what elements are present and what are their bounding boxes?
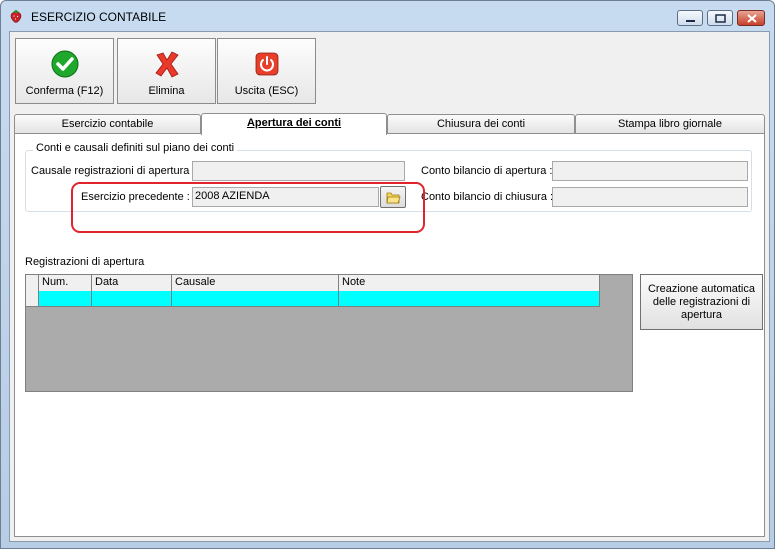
- auto-create-label-1: Creazione automatica: [647, 283, 755, 295]
- table-cell[interactable]: [39, 291, 92, 306]
- conto-apertura-label: Conto bilancio di apertura :: [421, 165, 553, 177]
- row-indicator[interactable]: [26, 291, 39, 306]
- conto-chiusura-field[interactable]: [552, 187, 748, 207]
- conto-apertura-field[interactable]: [552, 161, 748, 181]
- client-area: Conferma (F12) Elimina Uscita (ESC) Eser…: [9, 31, 770, 542]
- highlight-annotation: [71, 182, 425, 233]
- row-indicator-header: [26, 275, 39, 291]
- confirm-label: Conferma (F12): [25, 85, 104, 97]
- check-icon: [51, 50, 79, 78]
- tab-panel: Conti e causali definiti sul piano dei c…: [14, 133, 765, 537]
- tab-chiusura-conti[interactable]: Chiusura dei conti: [387, 114, 575, 133]
- minimize-button[interactable]: [677, 10, 703, 26]
- close-icon: [747, 14, 757, 23]
- maximize-icon: [715, 14, 726, 23]
- exit-label: Uscita (ESC): [234, 85, 299, 97]
- power-icon: [255, 52, 279, 76]
- close-button[interactable]: [737, 10, 765, 26]
- table-cell[interactable]: [172, 291, 339, 306]
- column-header-num[interactable]: Num.: [39, 275, 92, 291]
- tab-esercizio-contabile[interactable]: Esercizio contabile: [14, 114, 201, 133]
- minimize-icon: [686, 20, 695, 22]
- red-x-icon: [155, 51, 179, 78]
- tab-stampa-libro-giornale[interactable]: Stampa libro giornale: [575, 114, 765, 133]
- title-bar[interactable]: ESERCIZIO CONTABILE: [1, 1, 774, 31]
- delete-label: Elimina: [148, 85, 185, 97]
- column-header-note[interactable]: Note: [339, 275, 600, 291]
- registrations-title: Registrazioni di apertura: [25, 256, 145, 268]
- app-window: ESERCIZIO CONTABILE Conferma (F12) Elimi…: [0, 0, 775, 549]
- grid-header: Num. Data Causale Note: [26, 275, 600, 292]
- tab-label: Esercizio contabile: [61, 118, 154, 130]
- column-header-causale[interactable]: Causale: [172, 275, 339, 291]
- table-cell[interactable]: [339, 291, 600, 306]
- auto-create-label-2: delle registrazioni di: [652, 296, 751, 308]
- group-legend: Conti e causali definiti sul piano dei c…: [33, 142, 238, 154]
- conto-chiusura-label: Conto bilancio di chiusura :: [421, 191, 554, 203]
- causale-field[interactable]: [192, 161, 405, 181]
- causale-label: Causale registrazioni di apertura :: [31, 165, 196, 177]
- column-header-data[interactable]: Data: [92, 275, 172, 291]
- delete-button[interactable]: Elimina: [117, 38, 216, 104]
- maximize-button[interactable]: [707, 10, 733, 26]
- tab-label: Chiusura dei conti: [436, 118, 526, 130]
- tab-label: Stampa libro giornale: [618, 118, 722, 130]
- auto-create-button[interactable]: Creazione automatica delle registrazioni…: [640, 274, 763, 330]
- window-title: ESERCIZIO CONTABILE: [31, 10, 167, 24]
- registrations-grid[interactable]: Num. Data Causale Note: [25, 274, 633, 392]
- tab-apertura-conti[interactable]: Apertura dei conti: [201, 113, 387, 135]
- strawberry-icon: [10, 9, 22, 23]
- confirm-button[interactable]: Conferma (F12): [15, 38, 114, 104]
- tab-label: Apertura dei conti: [246, 117, 342, 129]
- table-cell[interactable]: [92, 291, 172, 306]
- auto-create-label-3: apertura: [681, 309, 722, 321]
- exit-button[interactable]: Uscita (ESC): [217, 38, 316, 104]
- table-row[interactable]: [26, 291, 600, 307]
